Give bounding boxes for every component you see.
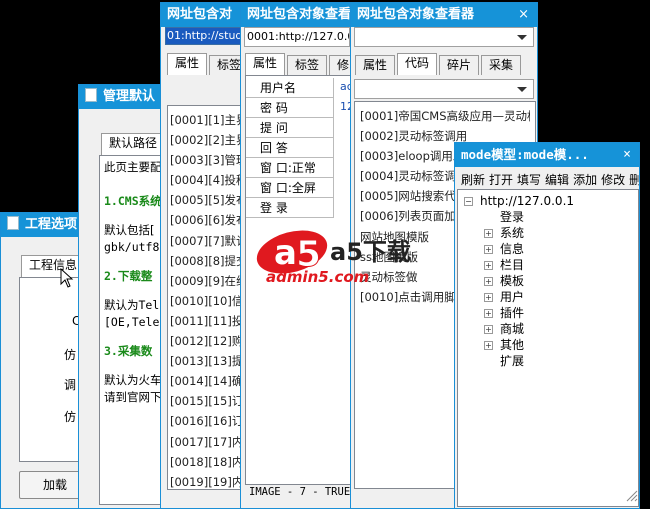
tree-node[interactable]: + 插件 (484, 305, 632, 321)
menu-bar: 刷新 打开 填写 编辑 添加 修改删 (461, 171, 639, 188)
tree-node[interactable]: + 商城 (484, 321, 632, 337)
close-icon[interactable]: × (623, 143, 631, 167)
window-title: mode模型:mode模... (461, 147, 589, 162)
collapse-icon[interactable]: − (464, 197, 473, 206)
tree-node-label: 模板 (500, 274, 525, 288)
url-select[interactable] (354, 27, 534, 47)
menu-item[interactable]: 填写 (517, 173, 541, 187)
viewer-c-titlebar[interactable]: 网址包含对象查看器 × (351, 3, 537, 27)
property-row[interactable]: 提 问 (246, 118, 333, 138)
property-row[interactable]: 回 答 (246, 138, 333, 158)
site-tree[interactable]: − http://127.0.0.1 登录 + 系统 + 信息 + 栏目 + 模板 + 用户 + 插件 + 商… (457, 189, 639, 507)
expand-icon[interactable]: + (484, 229, 493, 238)
close-icon[interactable]: × (518, 3, 529, 27)
tree-node[interactable]: + 信息 (484, 241, 632, 257)
field-label: 仿 (64, 348, 77, 362)
property-row[interactable]: 窗 口:全屏 (246, 178, 333, 198)
svg-text:a: a (274, 233, 297, 273)
menu-item[interactable]: 编辑 (545, 173, 569, 187)
tree-node-label: 其他 (500, 338, 525, 352)
tree-node[interactable]: 扩展 (484, 353, 632, 369)
watermark-domain: admin5.com (266, 268, 370, 286)
tree-node[interactable]: + 栏目 (484, 257, 632, 273)
tab-project-info[interactable]: 工程信息 (21, 255, 86, 277)
chevron-down-icon (517, 35, 527, 40)
url-select[interactable]: 0001:http://127.0.0.1 (244, 27, 350, 47)
tree-node-label: 登录 (500, 210, 525, 224)
resize-grip-icon[interactable] (624, 488, 638, 502)
tree-node[interactable]: 登录 (484, 209, 632, 225)
tree-node-label: 商城 (500, 322, 525, 336)
property-row[interactable]: 用户名 (246, 78, 333, 98)
field-label: 仿 (64, 410, 77, 424)
code-list-item[interactable]: [0001]帝国CMS高级应用—灵动标 (360, 106, 530, 126)
window-icon (85, 88, 97, 102)
tree-node-label: 信息 (500, 242, 525, 256)
tree-node-label: 栏目 (500, 258, 525, 272)
tree-node-label: 用户 (500, 290, 525, 304)
tree-root-label: http://127.0.0.1 (480, 194, 575, 208)
mode-model-titlebar[interactable]: mode模型:mode模... × (455, 143, 639, 167)
mode-model-window: mode模型:mode模... × 刷新 打开 填写 编辑 添加 修改删 − http://1… (454, 142, 640, 509)
window-title: 网址包含对象查看 (247, 7, 352, 22)
watermark-logo-text: a5下载 (330, 238, 411, 266)
tab-code[interactable]: 代码 (397, 53, 438, 75)
tree-node[interactable]: + 用户 (484, 289, 632, 305)
expand-icon[interactable]: + (484, 309, 493, 318)
cursor-icon (60, 268, 74, 288)
tab-properties[interactable]: 属性 (167, 53, 208, 75)
url-value: 0001:http://127.0.0.1 (247, 30, 349, 43)
expand-icon[interactable]: + (484, 341, 493, 350)
expand-icon[interactable]: + (484, 245, 493, 254)
expand-icon[interactable]: + (484, 293, 493, 302)
expand-icon[interactable]: + (484, 325, 493, 334)
viewer-b-titlebar[interactable]: 网址包含对象查看 (241, 3, 354, 27)
window-icon (7, 216, 19, 230)
tab-properties[interactable]: 属性 (355, 55, 396, 75)
menu-item[interactable]: 添加 (573, 173, 597, 187)
tree-root[interactable]: − http://127.0.0.1 (464, 193, 632, 209)
window-title: 网址包含对象查看器 (357, 7, 475, 22)
field-label: 调 (64, 378, 77, 392)
expand-icon[interactable]: + (484, 277, 493, 286)
tree-node[interactable]: + 其他 (484, 337, 632, 353)
menu-item[interactable]: 打开 (489, 173, 513, 187)
window-title: 工程选项 (25, 217, 78, 232)
tab-default-path[interactable]: 默认路径 (101, 133, 166, 155)
status-text: IMAGE - 7 - TRUE (249, 486, 351, 498)
a5-watermark: a 5 a5下载 admin5.com (252, 226, 411, 288)
code-select[interactable] (354, 79, 534, 99)
tree-node-label: 扩展 (500, 354, 525, 368)
tree-node-label: 插件 (500, 306, 525, 320)
property-row[interactable]: 密 码 (246, 98, 333, 118)
chevron-down-icon (517, 87, 527, 92)
menu-item[interactable]: 删 (629, 173, 639, 187)
tab-properties[interactable]: 属性 (245, 53, 286, 75)
menu-item[interactable]: 修改 (601, 173, 625, 187)
menu-item[interactable]: 刷新 (461, 173, 485, 187)
tree-node-label: 系统 (500, 226, 525, 240)
tree-node[interactable]: + 模板 (484, 273, 632, 289)
tree-node[interactable]: + 系统 (484, 225, 632, 241)
property-row[interactable]: 窗 口:正常 (246, 158, 333, 178)
window-title: 网址包含对 (167, 7, 233, 22)
window-title: 管理默认 (103, 89, 156, 104)
tab-collect[interactable]: 采集 (481, 55, 522, 75)
expand-icon[interactable]: + (484, 261, 493, 270)
tab-tags[interactable]: 标签 (287, 55, 328, 75)
property-row[interactable]: 登 录 (246, 198, 333, 218)
tab-fragments[interactable]: 碎片 (439, 55, 480, 75)
